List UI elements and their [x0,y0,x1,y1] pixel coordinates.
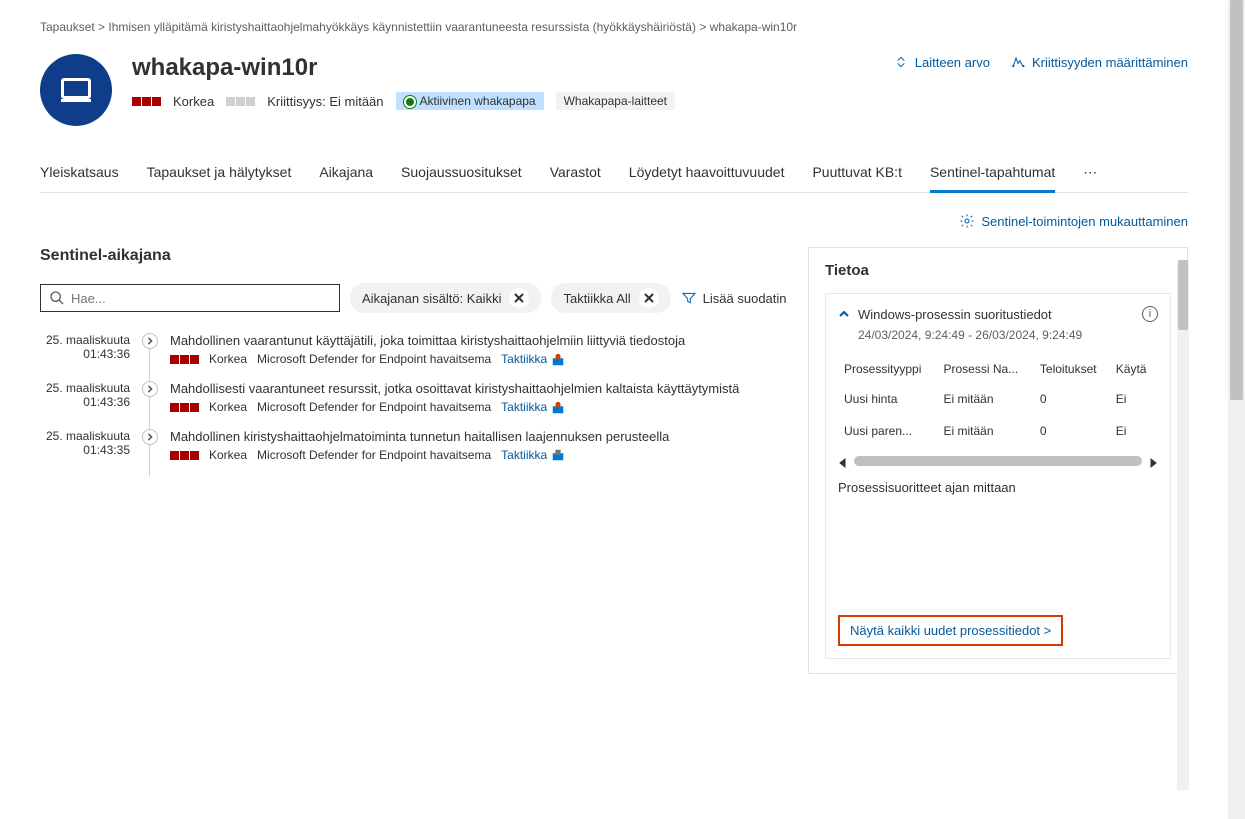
tactic-link[interactable]: Taktiikka [501,400,564,415]
tactic-icon [551,401,565,415]
timeline-item[interactable]: 25. maaliskuuta 01:43:36 Mahdollisesti v… [40,381,788,415]
status-dot-icon [404,96,416,108]
tactic-link[interactable]: Taktiikka [501,448,564,463]
filter-chip-tactic[interactable]: Taktiikka All [551,283,670,313]
table-row[interactable]: Uusi paren...Ei mitään0Ei [840,416,1156,446]
close-icon[interactable] [639,288,659,308]
event-time: 01:43:35 [40,443,130,457]
inner-scrollbar[interactable] [1177,260,1189,790]
timeline-title: Sentinel-aikajana [40,247,788,265]
info-icon[interactable]: i [1142,306,1158,322]
date-range: 24/03/2024, 9:24:49 - 26/03/2024, 9:24:4… [858,328,1158,342]
breadcrumb-prefix: Tapaukset > [40,20,105,34]
tactic-icon [551,353,565,367]
search-input[interactable] [40,284,340,312]
filter-icon [681,290,697,306]
severity-label: Korkea [173,94,214,109]
table-row[interactable]: Uusi hintaEi mitään0Ei [840,384,1156,414]
device-icon [40,54,112,126]
timeline-item[interactable]: 25. maaliskuuta 01:43:36 Mahdollinen vaa… [40,333,788,367]
process-table: Prosessityyppi Prosessi Na... Teloitukse… [838,354,1158,448]
timeline-item[interactable]: 25. maaliskuuta 01:43:35 Mahdollinen kir… [40,429,788,463]
tab-security-recs[interactable]: Suojaussuositukset [401,156,522,192]
page-title: whakapa-win10r [132,54,873,82]
search-icon [49,290,65,306]
arrow-left-icon[interactable] [838,456,848,466]
col-name[interactable]: Prosessi Na... [939,356,1033,382]
event-title: Mahdollisesti vaarantuneet resurssit, jo… [170,381,788,396]
add-filter-button[interactable]: Lisää suodatin [681,290,787,306]
col-type[interactable]: Prosessityyppi [840,356,937,382]
outer-scrollbar[interactable] [1228,0,1245,819]
event-date: 25. maaliskuuta [40,429,130,443]
info-panel: Tietoa Windows-prosessin suoritustiedot … [808,247,1188,674]
set-criticality-button[interactable]: Kriittisyyden määrittäminen [1010,54,1188,70]
event-date: 25. maaliskuuta [40,333,130,347]
info-panel-title: Tietoa [825,262,1171,279]
severity-indicator [170,451,199,460]
col-kayta[interactable]: Käytä [1112,356,1156,382]
severity-indicator [132,97,161,106]
timeline-list: 25. maaliskuuta 01:43:36 Mahdollinen vaa… [40,333,788,462]
tactic-link[interactable]: Taktiikka [501,352,564,367]
tab-inventories[interactable]: Varastot [550,156,601,192]
event-time: 01:43:36 [40,395,130,409]
tab-timeline[interactable]: Aikajana [319,156,373,192]
tactic-icon [551,448,565,462]
active-user-pill[interactable]: Aktiivinen whakapapa [396,92,544,110]
chevron-right-icon[interactable] [142,333,158,349]
tab-vulnerabilities[interactable]: Löydetyt haavoittuvuudet [629,156,785,192]
device-value-button[interactable]: Laitteen arvo [893,54,990,70]
tab-sentinel-events[interactable]: Sentinel-tapahtumat [930,156,1055,193]
search-field[interactable] [71,291,331,306]
criticality-indicator [226,97,255,106]
tab-missing-kbs[interactable]: Puuttuvat KB:t [812,156,902,192]
severity-indicator [170,403,199,412]
filter-chip-content[interactable]: Aikajanan sisältö: Kaikki [350,283,541,313]
tab-more-icon[interactable]: ⋯ [1083,156,1097,192]
event-time: 01:43:36 [40,347,130,361]
event-date: 25. maaliskuuta [40,381,130,395]
criticality-label: Kriittisyys: Ei mitään [267,94,383,109]
tab-bar: Yleiskatsaus Tapaukset ja hälytykset Aik… [40,156,1188,193]
event-title: Mahdollinen vaarantunut käyttäjätili, jo… [170,333,788,348]
customize-sentinel-button[interactable]: Sentinel-toimintojen mukauttaminen [959,213,1188,229]
devices-pill[interactable]: Whakapapa-laitteet [556,92,675,110]
breadcrumb-text: Ihmisen ylläpitämä kiristyshaittaohjelma… [108,20,797,34]
chevron-right-icon[interactable] [142,381,158,397]
chevron-right-icon[interactable] [142,429,158,445]
tab-incidents[interactable]: Tapaukset ja hälytykset [147,156,292,192]
collapse-toggle[interactable]: Windows-prosessin suoritustiedot i [838,306,1158,322]
breadcrumb[interactable]: Tapaukset > Ihmisen ylläpitämä kiristysh… [40,20,1188,34]
col-teloitukset[interactable]: Teloitukset [1036,356,1110,382]
severity-indicator [170,355,199,364]
horizontal-scrollbar[interactable] [838,456,1158,466]
arrow-right-icon[interactable] [1148,456,1158,466]
close-icon[interactable] [509,288,529,308]
show-all-processes-link[interactable]: Näytä kaikki uudet prosessitiedot > [838,615,1063,646]
chevron-up-icon [838,308,850,320]
chart-label: Prosessisuoritteet ajan mittaan [838,480,1158,495]
event-title: Mahdollinen kiristyshaittaohjelmatoimint… [170,429,788,444]
tab-overview[interactable]: Yleiskatsaus [40,156,119,192]
